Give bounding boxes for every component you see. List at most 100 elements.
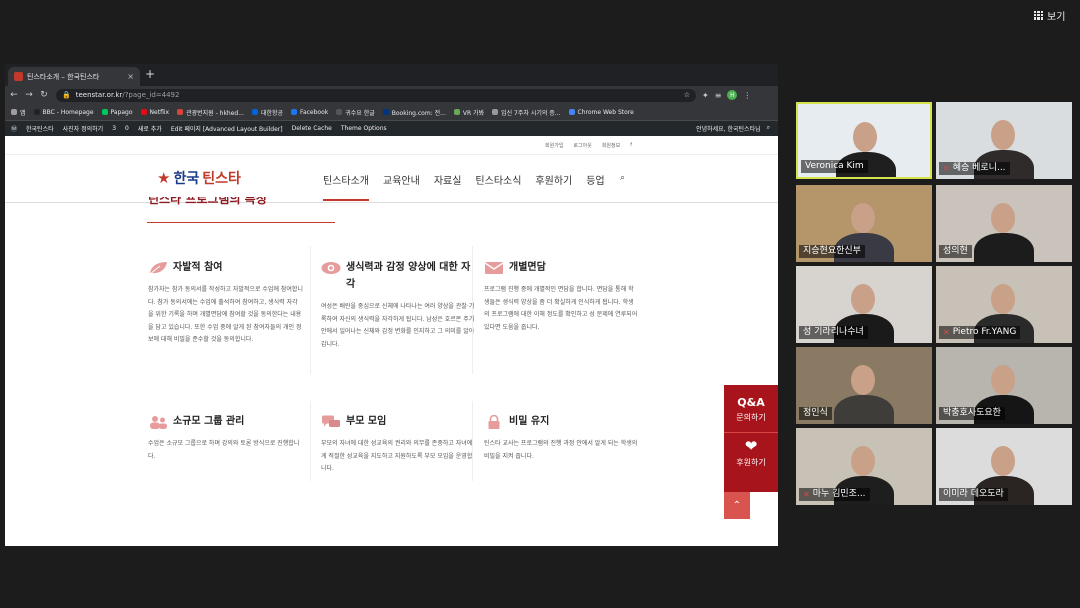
participant-video-tile[interactable]: ✕ 혜승 베로니... — [936, 102, 1072, 179]
url-host: teenstar.or.kr — [75, 91, 123, 99]
muted-mic-icon: ✕ — [943, 328, 950, 337]
feature-title: 생식력과 감정 양상에 대한 자각 — [346, 262, 471, 290]
wp-admin-item[interactable]: Delete Cache — [292, 125, 332, 132]
qa-title[interactable]: Q&A — [724, 396, 778, 409]
bookmark-item[interactable]: 대한항공 — [251, 108, 283, 117]
participant-video-tile[interactable]: Veronica Kim — [796, 102, 932, 179]
feature-block: 자발적 참여 참가자는 참가 동의서를 작성하고 자발적으로 수업에 참여합니다.… — [148, 259, 303, 347]
wp-admin-item[interactable]: Edit 페이지 [Advanced Layout Builder] — [171, 124, 283, 133]
nav-item[interactable]: 등업 — [586, 172, 604, 201]
participant-name-label: ✕ 혜승 베로니... — [939, 162, 1010, 175]
scroll-to-top-button[interactable]: ⌃ — [724, 492, 750, 519]
search-icon[interactable]: ⌕ — [620, 173, 625, 183]
view-button[interactable]: 보기 — [1030, 5, 1069, 25]
bookmark-item[interactable]: 관광번지원 - hkhed... — [177, 108, 244, 117]
participant-face — [851, 203, 875, 233]
utility-link[interactable]: 로그아웃 — [573, 142, 591, 149]
reading-list-icon[interactable]: ≡ — [715, 91, 722, 100]
bookmark-star-icon[interactable]: ☆ — [684, 91, 690, 99]
wp-admin-item[interactable]: 사진자 정의하기 — [63, 124, 104, 133]
bookmark-item[interactable]: Booking.com: 전... — [382, 108, 446, 117]
feature-title: 소규모 그룹 관리 — [173, 416, 245, 427]
qa-inquiry-link[interactable]: 문의하기 — [724, 412, 778, 423]
bookmark-item[interactable]: VR 가봐 — [453, 108, 484, 117]
bookmark-favicon-icon — [382, 109, 389, 115]
wp-admin-item[interactable]: 3 — [112, 125, 116, 132]
utility-link[interactable]: f — [630, 142, 632, 149]
bookmark-favicon-icon — [101, 109, 108, 115]
wp-admin-item[interactable]: 새로 추가 — [138, 124, 162, 133]
feature-block: 비밀 유지틴스타 교사는 프로그램의 진행 과정 안에서 알게 되는 학생의 비… — [484, 413, 639, 463]
bookmark-label: 앱 — [20, 109, 26, 117]
participant-video-tile[interactable]: ✕ 마누 김민조... — [796, 428, 932, 505]
forward-icon[interactable]: → — [23, 90, 35, 100]
participant-video-tile[interactable]: 정인식 — [796, 347, 932, 424]
participant-face — [853, 122, 877, 152]
wordpress-logo-icon[interactable]: Ⓦ — [11, 124, 17, 133]
back-icon[interactable]: ← — [8, 90, 20, 100]
bookmark-item[interactable]: Facebook — [291, 109, 328, 116]
site-logo[interactable]: ★ 한국 틴스타 — [157, 168, 241, 188]
participant-video-tile[interactable]: 성 기라리나수녀 — [796, 266, 932, 343]
participant-video-tile[interactable]: 박충호사도요한 — [936, 347, 1072, 424]
feature-block: 생식력과 감정 양상에 대한 자각 여성은 배란을 중심으로 신체에 나타나는 여… — [321, 259, 476, 351]
participant-name-label: ✕ 마누 김민조... — [799, 488, 870, 501]
bookmark-item[interactable]: BBC - Homepage — [33, 108, 94, 116]
bookmark-item[interactable]: Chrome Web Store — [568, 109, 634, 116]
new-tab-button[interactable]: + — [145, 67, 155, 81]
wp-search-icon[interactable]: ⌕ — [767, 124, 770, 133]
tab-close-icon[interactable]: × — [127, 72, 134, 81]
utility-link[interactable]: 회원정보 — [602, 142, 620, 149]
extensions-icon[interactable]: ✦ — [702, 91, 709, 100]
feature-heading: 비밀 유지 — [484, 413, 639, 430]
participant-name: 박충호사도요한 — [943, 408, 1001, 418]
feature-title: 비밀 유지 — [509, 416, 550, 427]
nav-item[interactable]: 틴스타소개 — [323, 172, 369, 201]
wp-admin-item[interactable]: Theme Options — [341, 125, 387, 132]
participant-video-tile[interactable]: ✕ Pietro Fr.YANG — [936, 266, 1072, 343]
bookmarks-bar: 앱 BBC - Homepage Papago Netflix 관광번지원 - hkhe… — [5, 104, 778, 121]
participant-name-label: 성의현 — [939, 245, 972, 258]
utility-links: 회원가입 로그아웃 회원정보 f — [545, 142, 632, 149]
bookmark-label: 임신 7주차 시기의 증... — [501, 109, 561, 117]
lock-icon: 🔒 — [62, 91, 71, 99]
donate-link[interactable]: 후원하기 — [724, 457, 778, 468]
utility-link[interactable]: 회원가입 — [545, 142, 563, 149]
participant-name-label: 성 기라리나수녀 — [799, 326, 868, 339]
nav-item[interactable]: 자료실 — [434, 172, 462, 201]
wp-greeting[interactable]: 안녕하세요, 한국틴스타님 — [696, 124, 761, 133]
participant-name: Veronica Kim — [805, 161, 864, 171]
qa-floating-panel: Q&A 문의하기 ❤ 후원하기 — [724, 385, 778, 492]
bookmark-item[interactable]: Netflix — [140, 108, 170, 116]
participant-video-tile[interactable]: 지승현요한신부 — [796, 185, 932, 262]
profile-avatar[interactable]: H — [727, 90, 738, 100]
bookmark-item[interactable]: 임신 7주차 시기의 증... — [492, 108, 561, 117]
nav-item[interactable]: 틴스타소식 — [475, 172, 521, 201]
bookmark-item[interactable]: 귀수요 한글 — [336, 108, 375, 117]
participant-video-tile[interactable]: 성의현 — [936, 185, 1072, 262]
bookmark-label: Booking.com: 전... — [391, 109, 446, 117]
menu-icon[interactable]: ⋮ — [743, 91, 751, 100]
bookmark-item[interactable]: 앱 — [11, 108, 26, 117]
bookmark-label: Netflix — [149, 108, 170, 116]
nav-item[interactable]: 교육안내 — [383, 172, 420, 201]
participant-silhouette — [974, 233, 1034, 262]
shared-browser-window: 틴스타소개 – 한국틴스타 × + ← → ↻ 🔒 teenstar.or.kr… — [5, 64, 778, 546]
participant-face — [851, 446, 875, 476]
feature-description: 수업은 소규모 그룹으로 하며 강의와 토론 방식으로 진행합니다. — [148, 440, 300, 460]
participant-face — [851, 284, 875, 314]
bookmark-item[interactable]: Papago — [101, 109, 133, 116]
wp-admin-item[interactable]: 0 — [125, 125, 129, 132]
feature-description: 틴스타 교사는 프로그램의 진행 과정 안에서 알게 되는 학생의 비밀을 지켜… — [484, 440, 638, 460]
address-bar[interactable]: 🔒 teenstar.or.kr/?page_id=4492 ☆ — [56, 88, 696, 102]
logo-text-main: 한국 — [173, 171, 200, 187]
reload-icon[interactable]: ↻ — [38, 90, 50, 100]
section-title-underline — [147, 222, 335, 223]
participant-video-tile[interactable]: 이미라 데오도라 — [936, 428, 1072, 505]
column-divider — [472, 401, 473, 481]
participant-silhouette — [834, 395, 894, 424]
bookmark-label: BBC - Homepage — [42, 108, 94, 116]
nav-item[interactable]: 후원하기 — [535, 172, 572, 201]
wp-admin-item[interactable]: 한국틴스타 — [26, 124, 54, 133]
browser-tab[interactable]: 틴스타소개 – 한국틴스타 × — [8, 67, 140, 86]
